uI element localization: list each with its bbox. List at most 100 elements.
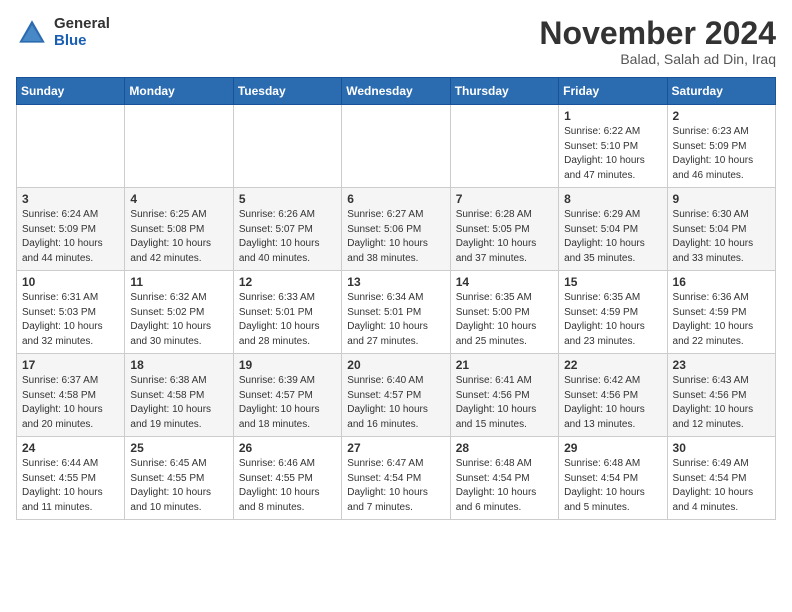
calendar-cell: 6 Sunrise: 6:27 AMSunset: 5:06 PMDaylight… xyxy=(342,188,450,271)
calendar-cell: 3 Sunrise: 6:24 AMSunset: 5:09 PMDaylight… xyxy=(17,188,125,271)
calendar-cell: 16 Sunrise: 6:36 AMSunset: 4:59 PMDayligh… xyxy=(667,271,775,354)
calendar-header-row: SundayMondayTuesdayWednesdayThursdayFrid… xyxy=(17,78,776,105)
day-number: 24 xyxy=(22,441,119,455)
logo-general-text: General xyxy=(54,16,110,33)
day-number: 7 xyxy=(456,192,553,206)
day-number: 12 xyxy=(239,275,336,289)
day-info: Sunrise: 6:35 AMSunset: 4:59 PMDaylight:… xyxy=(564,291,661,349)
calendar-header-thursday: Thursday xyxy=(450,78,558,105)
day-info: Sunrise: 6:22 AMSunset: 5:10 PMDaylight:… xyxy=(564,125,661,183)
day-number: 10 xyxy=(22,275,119,289)
calendar-header-wednesday: Wednesday xyxy=(342,78,450,105)
day-info: Sunrise: 6:33 AMSunset: 5:01 PMDaylight:… xyxy=(239,291,336,349)
calendar-header-monday: Monday xyxy=(125,78,233,105)
day-number: 3 xyxy=(22,192,119,206)
day-number: 18 xyxy=(130,358,227,372)
day-number: 22 xyxy=(564,358,661,372)
calendar-cell: 9 Sunrise: 6:30 AMSunset: 5:04 PMDaylight… xyxy=(667,188,775,271)
title-block: November 2024 Balad, Salah ad Din, Iraq xyxy=(539,16,776,67)
day-info: Sunrise: 6:36 AMSunset: 4:59 PMDaylight:… xyxy=(673,291,770,349)
day-number: 16 xyxy=(673,275,770,289)
calendar-cell xyxy=(17,105,125,188)
day-info: Sunrise: 6:24 AMSunset: 5:09 PMDaylight:… xyxy=(22,208,119,266)
day-info: Sunrise: 6:45 AMSunset: 4:55 PMDaylight:… xyxy=(130,457,227,515)
calendar-cell: 26 Sunrise: 6:46 AMSunset: 4:55 PMDayligh… xyxy=(233,437,341,520)
day-info: Sunrise: 6:29 AMSunset: 5:04 PMDaylight:… xyxy=(564,208,661,266)
day-info: Sunrise: 6:40 AMSunset: 4:57 PMDaylight:… xyxy=(347,374,444,432)
calendar-cell: 12 Sunrise: 6:33 AMSunset: 5:01 PMDayligh… xyxy=(233,271,341,354)
calendar-cell: 21 Sunrise: 6:41 AMSunset: 4:56 PMDayligh… xyxy=(450,354,558,437)
day-number: 8 xyxy=(564,192,661,206)
day-info: Sunrise: 6:37 AMSunset: 4:58 PMDaylight:… xyxy=(22,374,119,432)
day-number: 13 xyxy=(347,275,444,289)
calendar-cell: 20Sunrise: 6:40 AMSunset: 4:57 PMDayligh… xyxy=(342,354,450,437)
day-info: Sunrise: 6:48 AMSunset: 4:54 PMDaylight:… xyxy=(456,457,553,515)
calendar-cell: 1 Sunrise: 6:22 AMSunset: 5:10 PMDaylight… xyxy=(559,105,667,188)
calendar-cell: 18 Sunrise: 6:38 AMSunset: 4:58 PMDayligh… xyxy=(125,354,233,437)
day-number: 5 xyxy=(239,192,336,206)
calendar-cell: 22 Sunrise: 6:42 AMSunset: 4:56 PMDayligh… xyxy=(559,354,667,437)
location-text: Balad, Salah ad Din, Iraq xyxy=(539,51,776,67)
calendar-week-2: 3 Sunrise: 6:24 AMSunset: 5:09 PMDaylight… xyxy=(17,188,776,271)
day-number: 15 xyxy=(564,275,661,289)
calendar-cell: 30 Sunrise: 6:49 AMSunset: 4:54 PMDayligh… xyxy=(667,437,775,520)
day-number: 29 xyxy=(564,441,661,455)
day-info: Sunrise: 6:23 AMSunset: 5:09 PMDaylight:… xyxy=(673,125,770,183)
day-number: 21 xyxy=(456,358,553,372)
calendar-header-saturday: Saturday xyxy=(667,78,775,105)
calendar-cell: 29 Sunrise: 6:48 AMSunset: 4:54 PMDayligh… xyxy=(559,437,667,520)
calendar-cell xyxy=(450,105,558,188)
day-number: 4 xyxy=(130,192,227,206)
day-info: Sunrise: 6:25 AMSunset: 5:08 PMDaylight:… xyxy=(130,208,227,266)
calendar-cell: 10 Sunrise: 6:31 AMSunset: 5:03 PMDayligh… xyxy=(17,271,125,354)
day-info: Sunrise: 6:48 AMSunset: 4:54 PMDaylight:… xyxy=(564,457,661,515)
day-number: 25 xyxy=(130,441,227,455)
day-info: Sunrise: 6:32 AMSunset: 5:02 PMDaylight:… xyxy=(130,291,227,349)
day-info: Sunrise: 6:49 AMSunset: 4:54 PMDaylight:… xyxy=(673,457,770,515)
calendar-header-friday: Friday xyxy=(559,78,667,105)
calendar-cell: 13 Sunrise: 6:34 AMSunset: 5:01 PMDayligh… xyxy=(342,271,450,354)
day-number: 9 xyxy=(673,192,770,206)
day-number: 19 xyxy=(239,358,336,372)
calendar-header-sunday: Sunday xyxy=(17,78,125,105)
calendar-cell: 25 Sunrise: 6:45 AMSunset: 4:55 PMDayligh… xyxy=(125,437,233,520)
calendar-cell: 19 Sunrise: 6:39 AMSunset: 4:57 PMDayligh… xyxy=(233,354,341,437)
day-info: Sunrise: 6:38 AMSunset: 4:58 PMDaylight:… xyxy=(130,374,227,432)
day-info: Sunrise: 6:35 AMSunset: 5:00 PMDaylight:… xyxy=(456,291,553,349)
day-info: Sunrise: 6:43 AMSunset: 4:56 PMDaylight:… xyxy=(673,374,770,432)
day-number: 1 xyxy=(564,109,661,123)
day-info: Sunrise: 6:46 AMSunset: 4:55 PMDaylight:… xyxy=(239,457,336,515)
calendar-header-tuesday: Tuesday xyxy=(233,78,341,105)
day-info: Sunrise: 6:27 AMSunset: 5:06 PMDaylight:… xyxy=(347,208,444,266)
calendar-cell: 14 Sunrise: 6:35 AMSunset: 5:00 PMDayligh… xyxy=(450,271,558,354)
day-number: 30 xyxy=(673,441,770,455)
day-number: 14 xyxy=(456,275,553,289)
day-info: Sunrise: 6:30 AMSunset: 5:04 PMDaylight:… xyxy=(673,208,770,266)
day-number: 11 xyxy=(130,275,227,289)
day-info: Sunrise: 6:34 AMSunset: 5:01 PMDaylight:… xyxy=(347,291,444,349)
page-header: General Blue November 2024 Balad, Salah … xyxy=(16,16,776,67)
calendar-cell: 27Sunrise: 6:47 AMSunset: 4:54 PMDayligh… xyxy=(342,437,450,520)
day-info: Sunrise: 6:39 AMSunset: 4:57 PMDaylight:… xyxy=(239,374,336,432)
calendar-week-1: 1 Sunrise: 6:22 AMSunset: 5:10 PMDaylight… xyxy=(17,105,776,188)
day-number: 23 xyxy=(673,358,770,372)
day-number: 26 xyxy=(239,441,336,455)
day-number: 6 xyxy=(347,192,444,206)
calendar-cell: 24Sunrise: 6:44 AMSunset: 4:55 PMDayligh… xyxy=(17,437,125,520)
calendar-cell xyxy=(125,105,233,188)
calendar-cell xyxy=(342,105,450,188)
day-number: 17 xyxy=(22,358,119,372)
day-info: Sunrise: 6:28 AMSunset: 5:05 PMDaylight:… xyxy=(456,208,553,266)
calendar-cell: 7 Sunrise: 6:28 AMSunset: 5:05 PMDaylight… xyxy=(450,188,558,271)
calendar-table: SundayMondayTuesdayWednesdayThursdayFrid… xyxy=(16,77,776,520)
logo-blue-text: Blue xyxy=(54,33,110,50)
day-info: Sunrise: 6:31 AMSunset: 5:03 PMDaylight:… xyxy=(22,291,119,349)
calendar-week-3: 10 Sunrise: 6:31 AMSunset: 5:03 PMDayligh… xyxy=(17,271,776,354)
calendar-week-4: 17 Sunrise: 6:37 AMSunset: 4:58 PMDayligh… xyxy=(17,354,776,437)
logo: General Blue xyxy=(16,16,110,49)
calendar-cell: 5Sunrise: 6:26 AMSunset: 5:07 PMDaylight… xyxy=(233,188,341,271)
calendar-cell: 2Sunrise: 6:23 AMSunset: 5:09 PMDaylight… xyxy=(667,105,775,188)
day-info: Sunrise: 6:41 AMSunset: 4:56 PMDaylight:… xyxy=(456,374,553,432)
calendar-cell: 28Sunrise: 6:48 AMSunset: 4:54 PMDayligh… xyxy=(450,437,558,520)
day-info: Sunrise: 6:42 AMSunset: 4:56 PMDaylight:… xyxy=(564,374,661,432)
